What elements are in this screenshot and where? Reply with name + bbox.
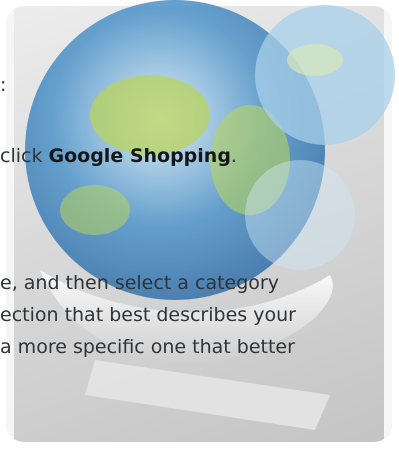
text-line-4: ection that best describes your [0,304,296,326]
article-screen: : click Google Shopping. e, and then sel… [0,0,399,450]
text-line-2-prefix: click [0,145,49,167]
text-line-2: click Google Shopping. [0,143,237,169]
text-line-1: : [0,74,7,96]
text-line-3: e, and then select a category [0,272,279,294]
text-line-5: a more specific one that better [0,336,295,358]
text-line-2-suffix: . [230,145,237,167]
magnifier-over-globe-icon [25,0,395,430]
google-shopping-label: Google Shopping [48,145,231,167]
small-globe [255,5,395,145]
